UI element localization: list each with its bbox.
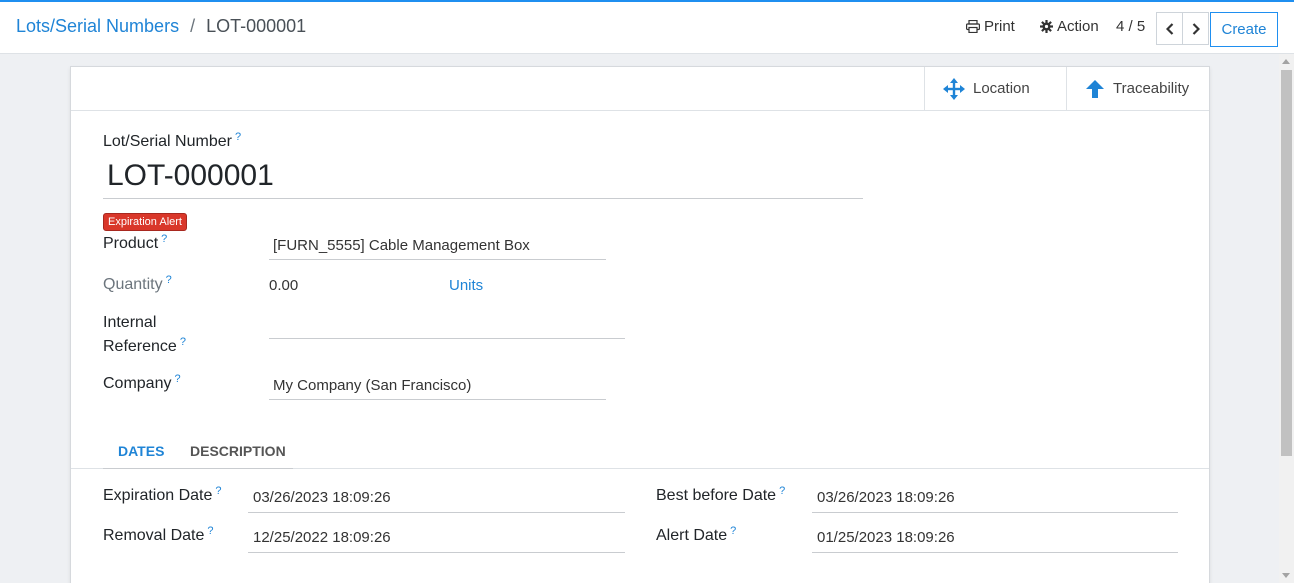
alert-date-label: Alert Date? (656, 525, 736, 545)
expiration-date-help-icon[interactable]: ? (215, 485, 221, 497)
best-before-date-label: Best before Date? (656, 485, 785, 505)
internal-reference-label-line1: Internal (103, 314, 157, 331)
removal-date-label-text: Removal Date (103, 527, 205, 544)
alert-date-underline (812, 552, 1178, 553)
scroll-down-arrow-icon[interactable] (1282, 573, 1290, 578)
lot-name-help-icon[interactable]: ? (235, 131, 241, 143)
product-help-icon[interactable]: ? (161, 233, 167, 245)
arrows-move-icon (943, 77, 965, 100)
internal-reference-label-text: Reference (103, 338, 177, 355)
scroll-up-arrow-icon[interactable] (1282, 59, 1290, 64)
alert-date-help-icon[interactable]: ? (730, 525, 736, 537)
action-label: Action (1057, 18, 1099, 35)
lot-name-label-text: Lot/Serial Number (103, 133, 232, 150)
company-underline (269, 399, 606, 400)
product-label: Product? (103, 233, 167, 253)
breadcrumb-current: LOT-000001 (206, 16, 307, 36)
lot-name-input[interactable]: LOT-000001 (107, 159, 274, 193)
print-button[interactable]: Print (966, 18, 1015, 35)
removal-date-help-icon[interactable]: ? (207, 525, 213, 537)
expiration-date-label-text: Expiration Date (103, 487, 213, 504)
best-before-date-label-text: Best before Date (656, 487, 777, 504)
best-before-date-help-icon[interactable]: ? (779, 485, 785, 497)
action-button[interactable]: Action (1040, 18, 1099, 35)
removal-date-underline (248, 552, 625, 553)
lot-name-label: Lot/Serial Number? (103, 131, 241, 151)
control-panel: Lots/Serial Numbers / LOT-000001 Print A… (0, 0, 1294, 54)
pager-previous-button[interactable] (1156, 12, 1183, 45)
tab-description[interactable]: DESCRIPTION (190, 443, 286, 459)
product-label-text: Product (103, 235, 159, 252)
company-label: Company? (103, 373, 181, 393)
expiration-date-input[interactable]: 03/26/2023 18:09:26 (253, 489, 391, 506)
removal-date-input[interactable]: 12/25/2022 18:09:26 (253, 529, 391, 546)
best-before-date-input[interactable]: 03/26/2023 18:09:26 (817, 489, 955, 506)
breadcrumb-parent-link[interactable]: Lots/Serial Numbers (16, 16, 179, 36)
internal-reference-underline (269, 338, 625, 339)
internal-reference-input[interactable] (273, 317, 623, 337)
lot-name-underline (103, 198, 863, 199)
removal-date-label: Removal Date? (103, 525, 214, 545)
product-field[interactable]: [FURN_5555] Cable Management Box (273, 237, 530, 254)
quantity-label: Quantity? (103, 274, 172, 294)
quantity-label-text: Quantity (103, 276, 163, 293)
scrollbar-thumb[interactable] (1281, 70, 1292, 456)
smart-button-box: Location Traceability (71, 67, 1209, 111)
gear-icon (1040, 20, 1053, 33)
expiration-date-label: Expiration Date? (103, 485, 222, 505)
product-underline (269, 259, 606, 260)
best-before-date-underline (812, 512, 1178, 513)
quantity-value: 0.00 (269, 277, 299, 294)
alert-date-input[interactable]: 01/25/2023 18:09:26 (817, 529, 955, 546)
location-label: Location (973, 80, 1030, 97)
alert-date-label-text: Alert Date (656, 527, 728, 544)
traceability-label: Traceability (1113, 80, 1190, 97)
print-label: Print (984, 18, 1015, 35)
pager-value[interactable]: 4 / 5 (1116, 18, 1145, 35)
arrow-up-icon (1086, 79, 1104, 98)
company-label-text: Company (103, 375, 172, 392)
vertical-scrollbar[interactable] (1279, 54, 1294, 583)
pager-next-button[interactable] (1182, 12, 1209, 45)
active-tab-indicator (103, 466, 293, 469)
location-button[interactable]: Location (924, 67, 1067, 110)
breadcrumb: Lots/Serial Numbers / LOT-000001 (16, 16, 306, 37)
tab-dates[interactable]: DATES (118, 443, 164, 459)
internal-reference-label-line2: Reference? (103, 336, 186, 356)
form-sheet: Location Traceability Lot/Serial Number?… (70, 66, 1210, 583)
breadcrumb-separator: / (190, 16, 196, 36)
create-button[interactable]: Create (1210, 12, 1278, 47)
expiration-date-underline (248, 512, 625, 513)
printer-icon (966, 20, 980, 33)
company-help-icon[interactable]: ? (174, 373, 180, 385)
quantity-uom-link[interactable]: Units (449, 277, 483, 294)
expiration-alert-badge: Expiration Alert (103, 213, 187, 231)
internal-reference-help-icon[interactable]: ? (180, 336, 186, 348)
chevron-left-icon (1165, 22, 1173, 35)
quantity-help-icon[interactable]: ? (166, 274, 172, 286)
chevron-right-icon (1192, 22, 1200, 35)
company-field[interactable]: My Company (San Francisco) (273, 377, 471, 394)
traceability-button[interactable]: Traceability (1066, 67, 1209, 110)
